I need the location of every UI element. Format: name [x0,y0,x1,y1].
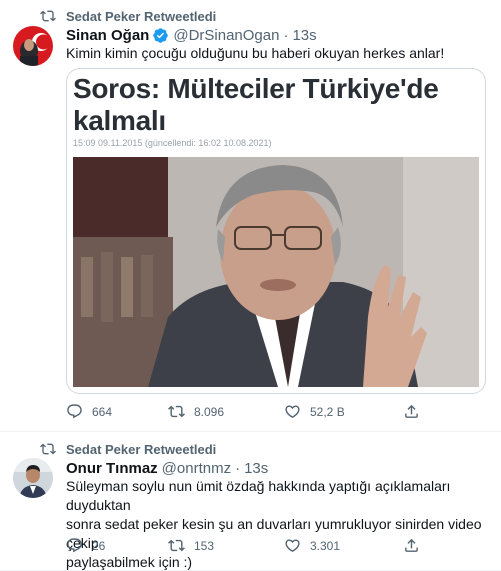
retweet-icon [40,10,56,22]
avatar[interactable] [13,26,53,66]
like-count: 52,2 B [310,404,345,419]
retweet-context[interactable]: Sedat Peker Retweetledi [40,8,216,24]
verified-badge-icon [153,27,169,43]
share-button[interactable] [403,537,429,554]
retweet-icon [168,405,185,418]
retweet-icon [168,539,185,552]
separator: · [283,26,289,44]
retweet-button[interactable]: 153 [168,537,214,554]
like-icon [285,405,300,418]
reply-count: 664 [92,404,113,419]
card-photo [73,157,479,387]
like-button[interactable]: 52,2 B [284,403,345,420]
tweet-text-line: paylaşabilmek için :) [66,554,193,570]
card-headline: Soros: Mülteciler Türkiye'de kalmalı [73,73,439,136]
tweet-text: Süleyman soylu nun ümit özdağ hakkında y… [66,477,501,571]
avatar-image [13,26,53,66]
reply-icon [67,404,82,419]
separator: · [235,459,241,477]
like-count: 3.301 [310,538,341,553]
tweet-text: Kimin kimin çocuğu olduğunu bu haberi ok… [66,45,445,61]
share-button[interactable] [403,403,429,420]
author-name[interactable]: Onur Tınmaz [66,460,158,477]
card-date: 15:09 09.11.2015 (güncellendi: 16:02 10.… [73,138,272,148]
retweeted-by-label: Sedat Peker Retweetledi [66,8,217,24]
tweet[interactable]: Sedat Peker Retweetledi Onur Tınmaz @onr… [0,433,501,571]
retweet-count: 8.096 [194,404,225,419]
news-photo [73,157,479,387]
avatar[interactable] [13,458,53,498]
share-icon [405,538,418,552]
share-icon [405,404,418,418]
like-icon [285,539,300,552]
link-card[interactable]: Soros: Mülteciler Türkiye'de kalmalı 15:… [66,68,486,394]
avatar-image [13,458,53,498]
author-name[interactable]: Sinan Oğan [66,27,149,44]
reply-button[interactable]: 26 [66,537,105,554]
reply-count: 26 [92,538,106,553]
retweet-button[interactable]: 8.096 [168,403,224,420]
author-handle[interactable]: @onrtnmz [162,460,231,477]
retweet-icon [40,443,56,455]
like-button[interactable]: 3.301 [284,537,340,554]
reply-icon [67,538,82,553]
retweet-count: 153 [194,538,215,553]
retweet-context[interactable]: Sedat Peker Retweetledi [40,441,216,457]
reply-button[interactable]: 664 [66,403,112,420]
author-handle[interactable]: @DrSinanOgan [173,27,279,44]
tweet[interactable]: Sedat Peker Retweetledi Sinan Oğan @DrSi… [0,0,501,432]
tweet-text-line: Süleyman soylu nun ümit özdağ hakkında y… [66,478,451,513]
retweeted-by-label: Sedat Peker Retweetledi [66,441,217,457]
tweet-header: Sinan Oğan @DrSinanOgan · 13s [66,26,317,44]
timestamp[interactable]: 13s [244,460,268,477]
tweet-header: Onur Tınmaz @onrtnmz · 13s [66,459,268,477]
timestamp[interactable]: 13s [292,27,316,44]
